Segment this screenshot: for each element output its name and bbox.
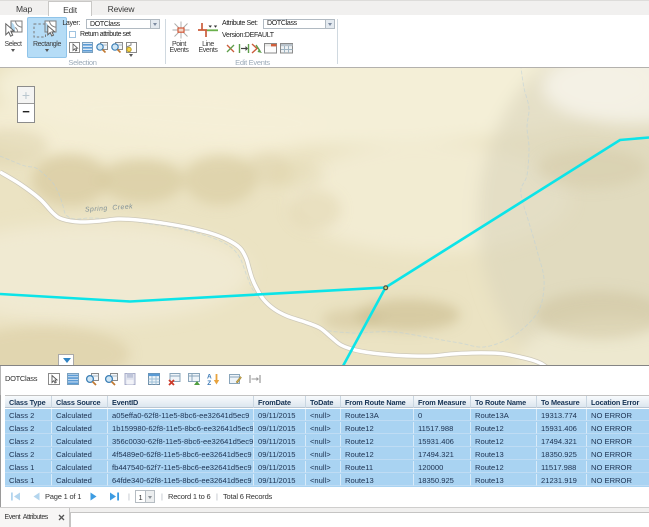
svg-text:Z: Z bbox=[207, 380, 211, 386]
